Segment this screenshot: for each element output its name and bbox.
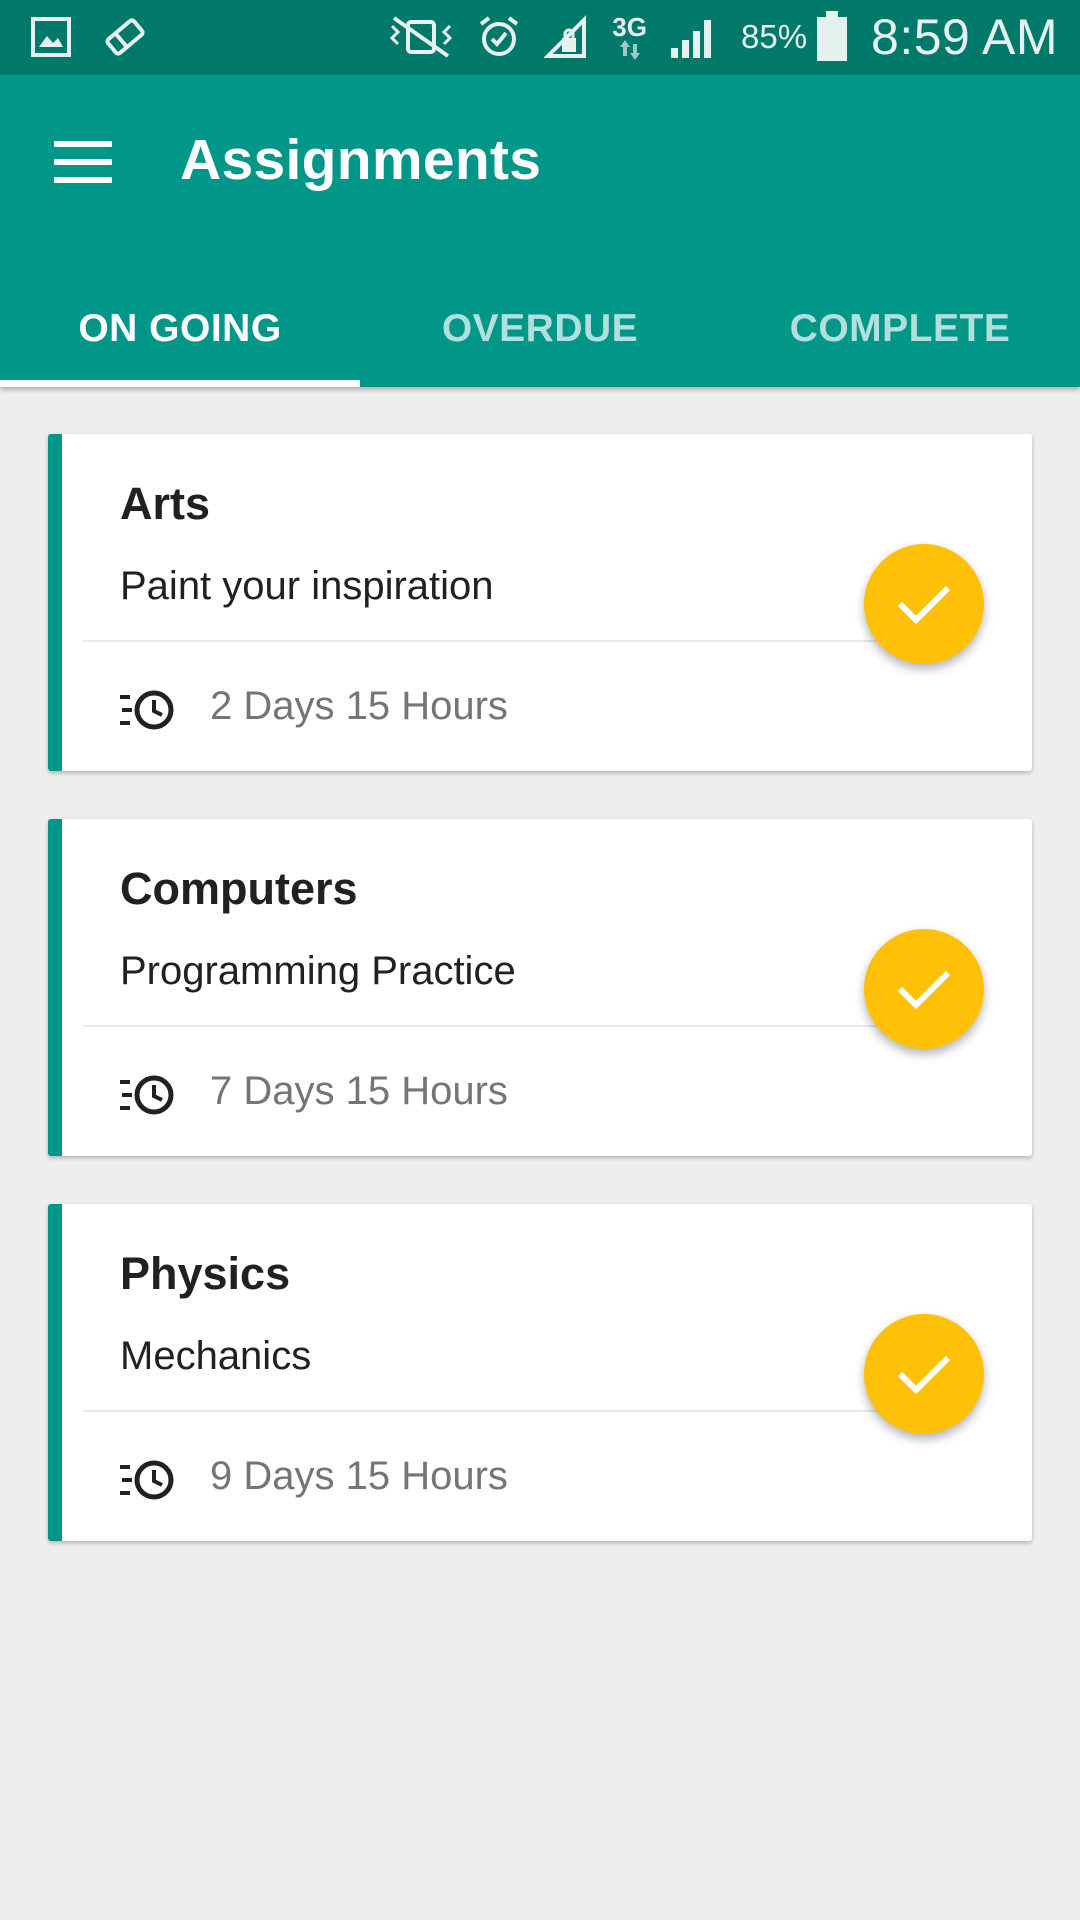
assignment-subject: Physics [120, 1248, 291, 1299]
clock-time: 8:59 AM [871, 9, 1058, 65]
card-accent-bar [48, 434, 62, 771]
data-arrows-icon [619, 40, 640, 60]
signal-strength-icon [670, 20, 711, 58]
assignment-subject: Arts [120, 478, 211, 529]
assignment-list: Arts Paint your inspiration 2 Days 15 Ho… [48, 434, 1032, 1589]
tab-bar: ON GOING OVERDUE COMPLETE [0, 270, 1080, 387]
mark-complete-button[interactable] [864, 929, 984, 1049]
check-icon [897, 1355, 951, 1395]
hamburger-icon [54, 141, 114, 183]
card-divider [83, 1410, 911, 1412]
mark-complete-button[interactable] [864, 544, 984, 664]
eraser-notification-icon [105, 18, 145, 56]
network-type: 3G [612, 14, 647, 60]
history-clock-icon [120, 1460, 174, 1500]
status-right-icons: 3G 85% 8:59 AM [388, 8, 1058, 66]
status-left-icons [30, 14, 148, 60]
check-icon [897, 970, 951, 1010]
gallery-notification-icon [31, 17, 71, 57]
history-clock-icon [120, 690, 174, 730]
card-accent-bar [48, 1204, 62, 1541]
assignment-card[interactable]: Computers Programming Practice 7 Days 15… [48, 819, 1032, 1156]
tab-overdue[interactable]: OVERDUE [360, 270, 720, 387]
tab-complete[interactable]: COMPLETE [720, 270, 1080, 387]
battery-percent: 85% [740, 18, 808, 55]
alarm-icon [480, 16, 519, 56]
assignment-title: Programming Practice [120, 949, 516, 993]
card-accent-bar [48, 819, 62, 1156]
assignment-title: Paint your inspiration [120, 564, 494, 608]
assignment-title: Mechanics [120, 1334, 312, 1378]
vibrate-mute-icon [390, 16, 453, 58]
battery-icon [817, 11, 848, 61]
assignment-time-left: 7 Days 15 Hours [210, 1069, 508, 1113]
assignment-card[interactable]: Arts Paint your inspiration 2 Days 15 Ho… [48, 434, 1032, 771]
page-title: Assignments [180, 128, 542, 192]
mark-complete-button[interactable] [864, 1314, 984, 1434]
check-icon [897, 585, 951, 625]
wifi-lock-icon [544, 15, 587, 58]
menu-button[interactable] [54, 135, 114, 195]
card-divider [83, 1025, 911, 1027]
assignment-time-left: 9 Days 15 Hours [210, 1454, 508, 1498]
app-bar: Assignments ON GOING OVERDUE COMPLETE [0, 75, 1080, 387]
assignment-subject: Computers [120, 863, 358, 914]
tab-ongoing[interactable]: ON GOING [0, 270, 360, 387]
status-bar: 3G 85% 8:59 AM [0, 0, 1080, 75]
history-clock-icon [120, 1075, 174, 1115]
assignment-time-left: 2 Days 15 Hours [210, 684, 508, 728]
assignment-card[interactable]: Physics Mechanics 9 Days 15 Hours [48, 1204, 1032, 1541]
card-divider [83, 640, 911, 642]
